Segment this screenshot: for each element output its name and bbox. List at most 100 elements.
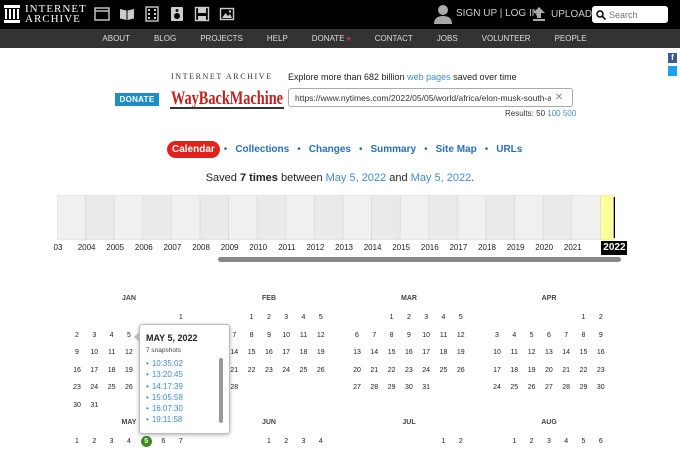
timeline-year-column[interactable] bbox=[485, 195, 515, 240]
timeline-year-label[interactable]: 2008 bbox=[187, 243, 215, 252]
timeline-year-label[interactable]: 2005 bbox=[101, 243, 129, 252]
timeline-year-label[interactable]: 2020 bbox=[530, 243, 558, 252]
calendar-day: 24 bbox=[422, 366, 431, 374]
nav-contact[interactable]: CONTACT bbox=[375, 29, 413, 48]
facebook-share-icon[interactable]: f bbox=[668, 53, 677, 63]
snapshot-link[interactable]: 15:05:58 bbox=[146, 392, 183, 403]
clear-icon[interactable]: ✕ bbox=[551, 92, 567, 103]
timeline-year-label[interactable]: 2009 bbox=[216, 243, 244, 252]
tab-summary[interactable]: Summary bbox=[366, 141, 420, 158]
web-icon[interactable] bbox=[94, 6, 110, 22]
snapshot-link[interactable]: 14:17:39 bbox=[146, 381, 183, 392]
search-input[interactable] bbox=[609, 9, 665, 20]
timeline-year-column[interactable] bbox=[542, 195, 573, 240]
software-icon[interactable] bbox=[194, 6, 210, 22]
tab-urls[interactable]: URLs bbox=[492, 141, 526, 158]
capture-timeline[interactable] bbox=[57, 195, 615, 240]
timeline-year-column[interactable] bbox=[571, 195, 601, 240]
logo-text-line2: ARCHIVE bbox=[25, 13, 81, 25]
calendar-day: 12 bbox=[527, 349, 536, 356]
timeline-year-column[interactable] bbox=[514, 195, 544, 240]
results-500-link[interactable]: 500 bbox=[563, 109, 576, 118]
nav-about[interactable]: ABOUT bbox=[102, 29, 130, 48]
timeline-year-label[interactable]: 03 bbox=[44, 243, 72, 252]
nav-jobs[interactable]: JOBS bbox=[437, 29, 458, 48]
snapshot-link[interactable]: 13:20:45 bbox=[146, 369, 183, 380]
nav-donate[interactable]: DONATE ♥ bbox=[312, 29, 351, 48]
signup-login-link[interactable]: SIGN UP | LOG IN bbox=[456, 8, 539, 19]
nav-help[interactable]: HELP bbox=[267, 29, 288, 48]
results-100-link[interactable]: 100 bbox=[547, 109, 560, 118]
timeline-year-label[interactable]: 2022 bbox=[601, 241, 628, 255]
search-box[interactable] bbox=[592, 6, 668, 23]
nav-people[interactable]: PEOPLE bbox=[555, 29, 587, 48]
timeline-year-column[interactable] bbox=[199, 195, 229, 240]
url-input[interactable] bbox=[289, 92, 551, 103]
timeline-year-label[interactable]: 2015 bbox=[387, 243, 415, 252]
timeline-year-column[interactable] bbox=[371, 195, 401, 240]
timeline-year-column[interactable] bbox=[171, 195, 201, 240]
last-capture-link[interactable]: May 5, 2022 bbox=[411, 172, 472, 184]
calendar-day-with-capture[interactable]: 5 bbox=[140, 436, 152, 447]
tab-collections[interactable]: Collections bbox=[231, 141, 293, 158]
timeline-year-label[interactable]: 2018 bbox=[473, 243, 501, 252]
timeline-year-column[interactable] bbox=[314, 195, 344, 240]
timeline-year-label[interactable]: 2013 bbox=[330, 243, 358, 252]
nav-blog[interactable]: BLOG bbox=[154, 29, 176, 48]
timeline-year-column[interactable] bbox=[399, 195, 430, 240]
timeline-year-label[interactable]: 2012 bbox=[301, 243, 329, 252]
timeline-year-column[interactable] bbox=[113, 195, 144, 240]
calendar-day: 9 bbox=[75, 349, 79, 356]
web-pages-link[interactable]: web pages bbox=[407, 72, 451, 82]
nav-projects[interactable]: PROJECTS bbox=[200, 29, 243, 48]
heart-icon: ♥ bbox=[346, 36, 351, 43]
timeline-year-label[interactable]: 2010 bbox=[244, 243, 272, 252]
first-capture-link[interactable]: May 5, 2022 bbox=[326, 172, 387, 184]
donate-button[interactable]: DONATE bbox=[115, 93, 159, 106]
timeline-year-label[interactable]: 2007 bbox=[158, 243, 186, 252]
tab-site-map[interactable]: Site Map bbox=[432, 141, 481, 158]
timeline-year-label[interactable]: 2011 bbox=[273, 243, 301, 252]
snapshot-link[interactable]: 16:07:30 bbox=[146, 403, 183, 414]
timeline-year-label[interactable]: 2004 bbox=[73, 243, 101, 252]
timeline-year-column[interactable] bbox=[57, 195, 86, 240]
timeline-year-label[interactable]: 2017 bbox=[444, 243, 472, 252]
timeline-year-column[interactable] bbox=[228, 195, 258, 240]
video-icon[interactable] bbox=[144, 6, 160, 22]
calendar-day: 4 bbox=[512, 331, 517, 339]
twitter-share-icon[interactable] bbox=[668, 66, 677, 76]
timeline-year-label[interactable]: 2019 bbox=[502, 243, 530, 252]
calendar-day: 3 bbox=[424, 314, 429, 321]
timeline-year-label[interactable]: 2014 bbox=[359, 243, 387, 252]
timeline-year-column[interactable] bbox=[457, 195, 487, 240]
timeline-year-column[interactable] bbox=[285, 195, 315, 240]
timeline-year-column[interactable] bbox=[256, 195, 287, 240]
timeline-year-column[interactable] bbox=[85, 195, 115, 240]
timeline-year-label[interactable]: 2016 bbox=[416, 243, 444, 252]
user-avatar-icon[interactable] bbox=[434, 4, 452, 24]
timeline-year-column[interactable] bbox=[428, 195, 458, 240]
calendar-day: 11 bbox=[107, 349, 116, 356]
timeline-year-column[interactable] bbox=[600, 195, 615, 240]
timeline-year-column[interactable] bbox=[342, 195, 372, 240]
wayback-machine-logo[interactable]: WayBackMachine bbox=[170, 82, 284, 112]
timeline-year-label[interactable]: 2021 bbox=[559, 243, 587, 252]
popup-scrollbar[interactable] bbox=[219, 358, 223, 423]
timeline-year-column[interactable] bbox=[142, 195, 172, 240]
timeline-year-label[interactable]: 2006 bbox=[130, 243, 158, 252]
tab-calendar[interactable]: Calendar bbox=[167, 140, 220, 158]
audio-icon[interactable] bbox=[169, 6, 185, 22]
nav-volunteer[interactable]: VOLUNTEER bbox=[482, 29, 531, 48]
calendar-day: 2 bbox=[266, 314, 271, 321]
internet-archive-logo[interactable]: INTERNET ARCHIVE bbox=[4, 4, 87, 25]
images-icon[interactable] bbox=[219, 6, 235, 22]
snapshot-link[interactable]: 10:35:02 bbox=[146, 358, 183, 369]
calendar-day: 22 bbox=[387, 366, 396, 374]
timeline-scrollbar[interactable] bbox=[218, 257, 621, 262]
calendar-day: 30 bbox=[596, 384, 605, 391]
upload-label: UPLOAD bbox=[551, 8, 593, 20]
upload-button[interactable]: UPLOAD bbox=[533, 7, 592, 21]
tab-changes[interactable]: Changes bbox=[305, 141, 355, 158]
snapshot-link[interactable]: 19:11:58 bbox=[146, 414, 183, 425]
texts-icon[interactable] bbox=[119, 6, 135, 22]
